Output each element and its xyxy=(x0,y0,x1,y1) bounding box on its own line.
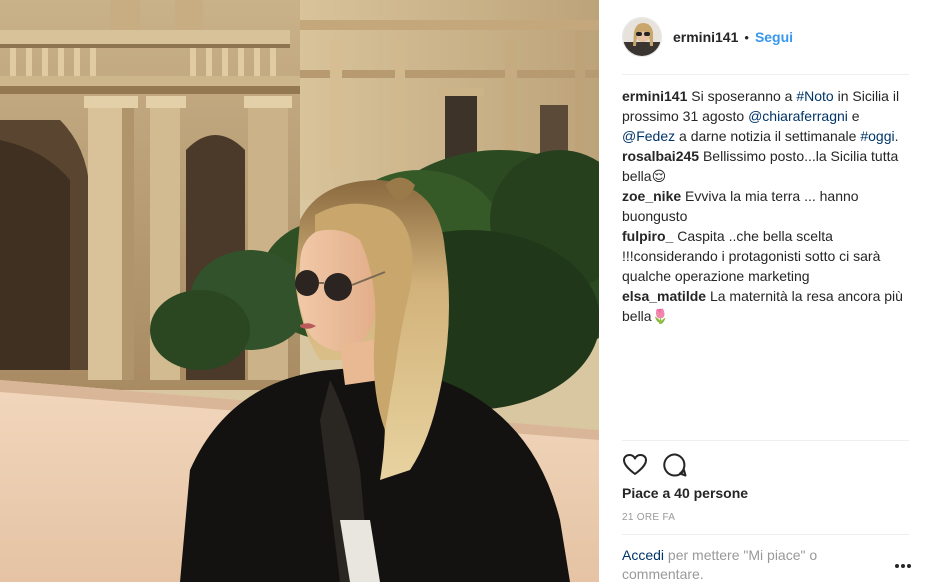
instagram-post: ermini141 • Segui ermini141 Si sposerann… xyxy=(0,0,929,582)
login-link[interactable]: Accedi xyxy=(622,547,664,563)
avatar[interactable] xyxy=(622,17,662,57)
comment-username[interactable]: fulpiro_ xyxy=(622,228,673,244)
author-username[interactable]: ermini141 xyxy=(673,29,738,45)
mention-link[interactable]: @chiaraferragni xyxy=(748,108,848,124)
comment-username[interactable]: elsa_matilde xyxy=(622,288,706,304)
footer-divider xyxy=(622,534,909,535)
heart-icon[interactable] xyxy=(622,452,648,478)
comment-icon[interactable] xyxy=(662,452,688,478)
post-photo xyxy=(0,0,599,582)
avatar-image-icon xyxy=(623,18,661,56)
comment-item: rosalbai245 Bellissimo posto...la Sicili… xyxy=(622,146,909,186)
more-dot xyxy=(907,564,911,568)
post-side-panel: ermini141 • Segui ermini141 Si sposerann… xyxy=(599,0,929,582)
action-bar xyxy=(622,452,702,478)
more-options-icon[interactable] xyxy=(895,564,911,570)
post-header: ermini141 • Segui xyxy=(622,16,909,58)
caption: ermini141 Si sposeranno a #Noto in Sicil… xyxy=(622,86,909,146)
header-divider xyxy=(622,74,909,75)
post-timestamp[interactable]: 21 ORE FA xyxy=(622,512,675,523)
caption-text: e xyxy=(847,108,860,124)
caption-text: . xyxy=(894,128,899,144)
hashtag-link[interactable]: #oggi xyxy=(860,128,894,144)
caption-username[interactable]: ermini141 xyxy=(622,88,687,104)
login-prompt: Accedi per mettere "Mi piace" o commenta… xyxy=(622,546,892,582)
caption-text: Si sposeranno a xyxy=(691,88,797,104)
comment-item: elsa_matilde La maternità la resa ancora… xyxy=(622,286,909,326)
comment-item: fulpiro_ Caspita ..che bella scelta !!!c… xyxy=(622,226,909,286)
comment-username[interactable]: zoe_nike xyxy=(622,188,681,204)
likes-count[interactable]: Piace a 40 persone xyxy=(622,485,748,501)
comments-list: ermini141 Si sposeranno a #Noto in Sicil… xyxy=(622,86,909,326)
mention-link[interactable]: @Fedez xyxy=(622,128,675,144)
caption-text: a darne notizia il settimanale xyxy=(675,128,861,144)
actions-divider xyxy=(622,440,909,441)
comment-entries: rosalbai245 Bellissimo posto...la Sicili… xyxy=(622,146,909,326)
follow-button[interactable]: Segui xyxy=(755,29,793,45)
comment-username[interactable]: rosalbai245 xyxy=(622,148,699,164)
more-dot xyxy=(901,564,905,568)
more-dot xyxy=(895,564,899,568)
hashtag-link[interactable]: #Noto xyxy=(796,88,833,104)
comment-item: zoe_nike Evviva la mia terra ... hanno b… xyxy=(622,186,909,226)
header-separator: • xyxy=(744,29,749,45)
